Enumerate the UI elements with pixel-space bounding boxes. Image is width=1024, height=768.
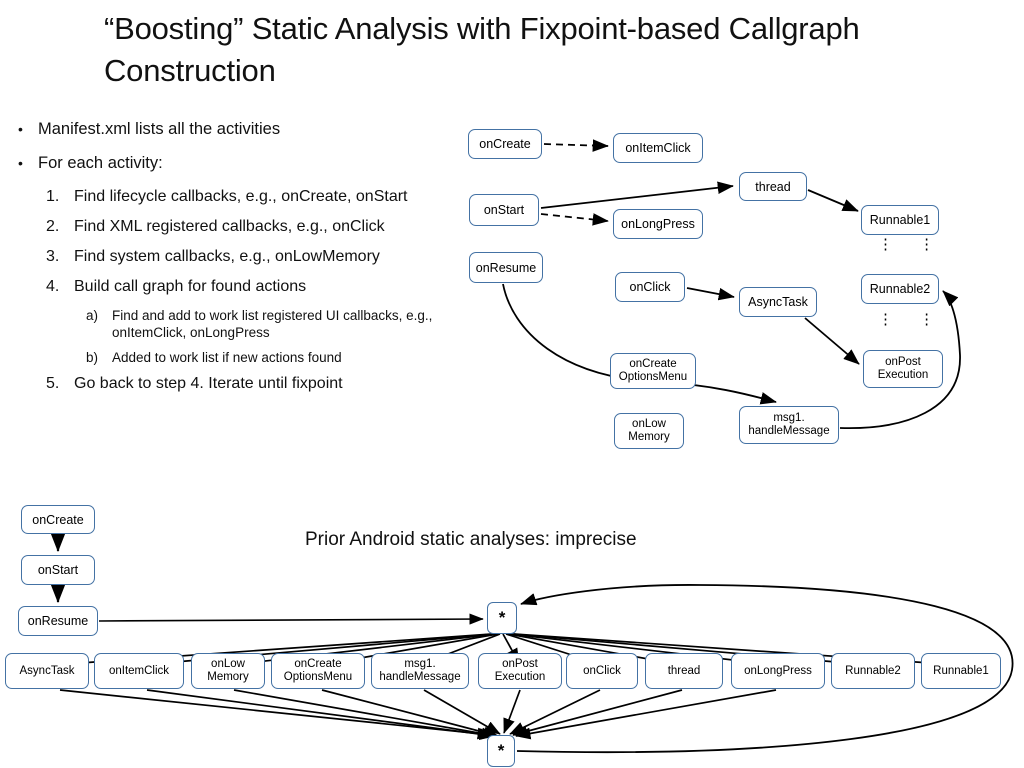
edge-asynctask-starbottom xyxy=(59,689,493,740)
bullet-item: 2. Find XML registered callbacks, e.g., … xyxy=(8,217,460,237)
node-bottom-runnable2[interactable]: Runnable2 xyxy=(831,653,915,689)
bullet-text: Go back to step 4. Iterate until fixpoin… xyxy=(74,375,343,392)
node-onlowmemory[interactable]: onLow Memory xyxy=(614,413,684,449)
node-oncreate[interactable]: onCreate xyxy=(468,129,542,159)
edge-oncreateoptionsmenu-starbottom xyxy=(321,689,499,739)
node-bottom-runnable1[interactable]: Runnable1 xyxy=(921,653,1001,689)
bullet-text: Find lifecycle callbacks, e.g., onCreate… xyxy=(74,188,408,205)
node-thread[interactable]: thread xyxy=(739,172,807,201)
node-bottom-onitemclick[interactable]: onItemClick xyxy=(94,653,184,689)
node-bottom-oncreateoptionsmenu[interactable]: onCreate OptionsMenu xyxy=(271,653,365,689)
edge-onstart-thread xyxy=(540,181,734,209)
bullet-marker: 3. xyxy=(46,248,60,265)
node-onitemclick[interactable]: onItemClick xyxy=(613,133,703,163)
node-msg1-handlemessage[interactable]: msg1. handleMessage xyxy=(739,406,839,444)
node-onlongpress[interactable]: onLongPress xyxy=(613,209,703,239)
bullet-item: b) Added to work list if new actions fou… xyxy=(8,349,460,366)
node-bottom-onlongpress[interactable]: onLongPress xyxy=(731,653,825,689)
bullet-item: 5. Go back to step 4. Iterate until fixp… xyxy=(8,374,460,394)
node-onresume[interactable]: onResume xyxy=(469,252,543,283)
node-bottom-onpostexecution[interactable]: onPost Execution xyxy=(478,653,562,689)
edge-onlowmemory-starbottom xyxy=(233,689,497,740)
bullet-marker: 2. xyxy=(46,218,60,235)
node-bottom-onstart[interactable]: onStart xyxy=(21,555,95,585)
page-title: “Boosting” Static Analysis with Fixpoint… xyxy=(104,11,860,88)
bullet-marker: 4. xyxy=(46,278,60,295)
bullet-item: 3. Find system callbacks, e.g., onLowMem… xyxy=(8,247,460,267)
bullet-marker: a) xyxy=(86,308,99,323)
bullet-list: • Manifest.xml lists all the activities … xyxy=(8,119,460,404)
node-bottom-onresume[interactable]: onResume xyxy=(18,606,98,636)
bullet-text: Find XML registered callbacks, e.g., onC… xyxy=(74,218,385,235)
edge-thread-runnable1 xyxy=(807,189,859,212)
bullet-item: a) Find and add to work list registered … xyxy=(8,307,460,341)
edge-onclick-starbottom xyxy=(509,689,601,735)
node-onstart[interactable]: onStart xyxy=(469,194,539,226)
node-runnable2[interactable]: Runnable2 xyxy=(861,274,939,304)
bullet-text: Find system callbacks, e.g., onLowMemory xyxy=(74,248,380,265)
node-bottom-oncreate[interactable]: onCreate xyxy=(21,505,95,534)
edge-msg1-starbottom xyxy=(423,689,501,735)
node-bottom-onlowmemory[interactable]: onLow Memory xyxy=(191,653,265,689)
edge-onitemclick-starbottom xyxy=(146,689,495,740)
bullet-marker: b) xyxy=(86,350,99,365)
node-bottom-onclick[interactable]: onClick xyxy=(566,653,638,689)
bullet-text: Manifest.xml lists all the activities xyxy=(38,120,281,138)
bottom-graph-edge-group xyxy=(50,532,1014,754)
bullet-marker: 5. xyxy=(46,375,60,392)
bullet-marker: • xyxy=(18,155,23,171)
section-caption: Prior Android static analyses: imprecise xyxy=(305,529,637,550)
bullet-item: 4. Build call graph for found actions xyxy=(8,277,460,297)
vertical-ellipsis-icon: ⋮ ⋮ xyxy=(878,311,946,328)
node-bottom-msg1-handlemessage[interactable]: msg1. handleMessage xyxy=(371,653,469,689)
bullet-text: Added to work list if new actions found xyxy=(112,350,342,365)
node-bottom-asynctask[interactable]: AsyncTask xyxy=(5,653,89,689)
node-runnable1[interactable]: Runnable1 xyxy=(861,205,939,235)
edge-onstart-onlongpress xyxy=(540,213,609,226)
bullet-marker: • xyxy=(18,121,23,137)
bullet-item: • For each activity: xyxy=(8,153,460,174)
bullet-text: Find and add to work list registered UI … xyxy=(112,308,433,340)
edge-onpostexecution-starbottom xyxy=(503,689,521,734)
node-oncreateoptionsmenu[interactable]: onCreate OptionsMenu xyxy=(610,353,696,389)
edge-onresume-startop xyxy=(98,613,484,625)
edge-thread-starbottom xyxy=(512,689,683,738)
bullet-text: Build call graph for found actions xyxy=(74,278,307,295)
node-bottom-thread[interactable]: thread xyxy=(645,653,723,689)
edge-oncreate-onitemclick xyxy=(543,139,609,152)
bullet-text: For each activity: xyxy=(38,154,163,172)
edge-onlongpress-starbottom xyxy=(515,689,777,740)
edge-onclick-asynctask xyxy=(686,287,735,301)
bullet-marker: 1. xyxy=(46,188,60,205)
edge-asynctask-onpostexecution xyxy=(804,317,860,365)
node-star-bottom[interactable]: * xyxy=(487,735,515,767)
bullet-item: 1. Find lifecycle callbacks, e.g., onCre… xyxy=(8,187,460,207)
vertical-ellipsis-icon: ⋮ ⋮ xyxy=(878,236,946,253)
node-asynctask[interactable]: AsyncTask xyxy=(739,287,817,317)
bullet-item: • Manifest.xml lists all the activities xyxy=(8,119,460,140)
node-star-top[interactable]: * xyxy=(487,602,517,634)
node-onpostexecution[interactable]: onPost Execution xyxy=(863,350,943,388)
node-onclick[interactable]: onClick xyxy=(615,272,685,302)
